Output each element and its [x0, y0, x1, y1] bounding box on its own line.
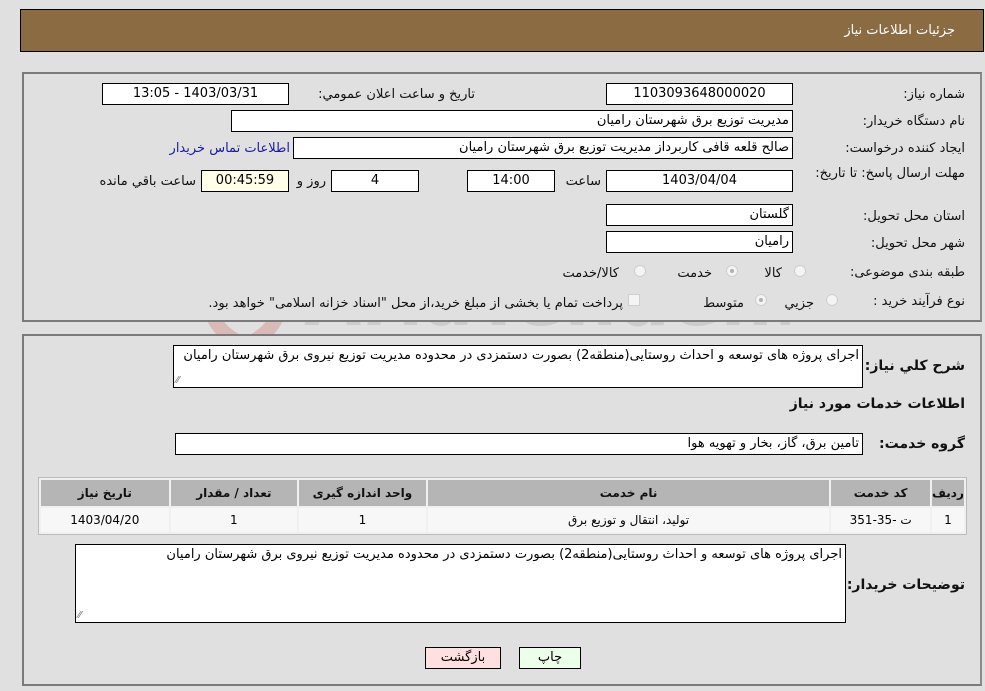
buyer-notes-label: توضیحات خریدار:: [846, 577, 965, 593]
page-title: جزئیات اطلاعات نیاز: [844, 23, 955, 38]
creator-field: صالح قلعه قافی کاربرداز مدیریت توزیع برق…: [293, 137, 793, 159]
process-option-medium: متوسط: [703, 296, 744, 311]
buyer-notes-text: اجرای پروژه های توسعه و احداث روستایی(من…: [166, 547, 842, 562]
col-header-service-code: کد خدمت: [831, 480, 930, 506]
treasury-payment-checkbox[interactable]: [628, 294, 640, 306]
category-option-goods-service: کالا/خدمت: [562, 266, 619, 281]
services-table: ردیف کد خدمت نام خدمت واحد اندازه گیری ت…: [38, 477, 967, 535]
process-radio-medium[interactable]: [755, 294, 767, 306]
col-header-row-number: ردیف: [931, 480, 964, 506]
buyer-notes-textarea[interactable]: اجرای پروژه های توسعه و احداث روستایی(من…: [75, 544, 846, 623]
buyer-contact-link[interactable]: اطلاعات تماس خریدار: [170, 141, 290, 156]
need-number-label: شماره نیاز:: [903, 87, 965, 102]
service-group-label: گروه خدمت:: [879, 436, 965, 452]
buyer-org-label: نام دستگاه خریدار:: [862, 114, 965, 129]
category-label: طبقه بندی موضوعی:: [849, 265, 965, 280]
category-radio-goods[interactable]: [794, 265, 806, 277]
days-remaining-field: 4: [331, 170, 419, 192]
cell-service-name: تولید، انتقال و توزیع برق: [427, 508, 830, 532]
table-row: 1 ت -35-351 تولید، انتقال و توزیع برق 1 …: [41, 508, 964, 532]
process-option-minor: جزيي: [784, 296, 814, 311]
deadline-label: مهلت ارسال پاسخ: تا تاریخ:: [815, 166, 965, 181]
province-label: استان محل تحویل:: [863, 209, 965, 224]
col-header-unit: واحد اندازه گیری: [299, 480, 426, 506]
category-radio-service[interactable]: [726, 265, 738, 277]
days-label: روز و: [296, 174, 326, 189]
cell-row-number: 1: [931, 508, 964, 532]
service-group-field: تامین برق، گاز، بخار و تهویه هوا: [175, 433, 863, 455]
resize-grip-icon[interactable]: ⁄⁄: [78, 611, 81, 621]
resize-grip-icon[interactable]: ⁄⁄: [176, 376, 179, 386]
cell-quantity: 1: [170, 508, 298, 532]
deadline-time-label: ساعت: [565, 174, 601, 189]
services-heading: اطلاعات خدمات مورد نیاز: [789, 396, 965, 412]
summary-label: شرح کلي نیاز:: [864, 358, 965, 374]
treasury-payment-label: پرداخت تمام یا بخشی از مبلغ خرید،از محل …: [208, 296, 623, 311]
page-header: جزئیات اطلاعات نیاز: [20, 9, 984, 52]
col-header-need-date: تاریخ نیاز: [41, 480, 169, 506]
announce-datetime-field: 1403/03/31 - 13:05: [102, 83, 289, 105]
deadline-time-field: 14:00: [467, 170, 555, 192]
category-option-goods: کالا: [764, 266, 782, 281]
cell-service-code: ت -35-351: [831, 508, 930, 532]
remaining-time-field: 00:45:59: [201, 170, 289, 192]
process-label: نوع فرآیند خرید :: [873, 294, 965, 309]
cell-need-date: 1403/04/20: [41, 508, 169, 532]
category-option-service: خدمت: [677, 266, 712, 281]
col-header-service-name: نام خدمت: [427, 480, 830, 506]
announce-label: تاریخ و ساعت اعلان عمومي:: [318, 87, 475, 102]
buyer-org-field: مدیریت توزیع برق شهرستان رامیان: [231, 110, 793, 132]
col-header-quantity: تعداد / مقدار: [170, 480, 298, 506]
summary-text: اجرای پروژه های توسعه و احداث روستایی(من…: [183, 348, 859, 363]
summary-textarea[interactable]: اجرای پروژه های توسعه و احداث روستایی(من…: [173, 345, 863, 388]
remaining-time-label: ساعت باقي مانده: [99, 174, 196, 189]
city-label: شهر محل تحویل:: [870, 236, 965, 251]
category-radio-goods-service[interactable]: [634, 265, 646, 277]
back-button[interactable]: بازگشت: [425, 647, 501, 669]
cell-unit: 1: [299, 508, 426, 532]
table-header-row: ردیف کد خدمت نام خدمت واحد اندازه گیری ت…: [41, 480, 964, 506]
process-radio-minor[interactable]: [826, 294, 838, 306]
deadline-date-field: 1403/04/04: [606, 170, 793, 192]
need-number-field: 1103093648000020: [606, 83, 793, 105]
print-button[interactable]: چاپ: [519, 647, 581, 669]
city-field: رامیان: [606, 231, 793, 253]
creator-label: ایجاد کننده درخواست:: [845, 141, 965, 156]
province-field: گلستان: [606, 204, 793, 226]
